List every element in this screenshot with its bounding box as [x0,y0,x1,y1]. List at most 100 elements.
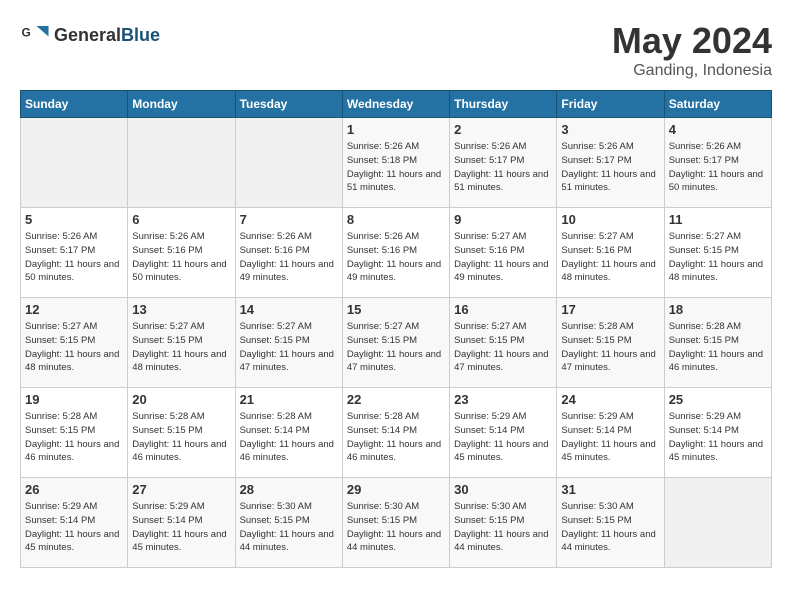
calendar-cell: 23Sunrise: 5:29 AMSunset: 5:14 PMDayligh… [450,388,557,478]
calendar-cell: 31 Sunrise: 5:30 AMSunset: 5:15 PMDayligh… [557,478,664,568]
day-info: Sunrise: 5:26 AMSunset: 5:16 PMDaylight:… [240,230,338,285]
calendar-cell: 17 Sunrise: 5:28 AMSunset: 5:15 PMDayligh… [557,298,664,388]
logo-blue-text: Blue [121,25,160,45]
calendar-cell: 19Sunrise: 5:28 AMSunset: 5:15 PMDayligh… [21,388,128,478]
calendar-cell: 15Sunrise: 5:27 AMSunset: 5:15 PMDayligh… [342,298,449,388]
calendar-header-row: SundayMondayTuesdayWednesdayThursdayFrid… [21,91,772,118]
day-number: 26 [25,482,123,497]
day-info: Sunrise: 5:27 AMSunset: 5:15 PMDaylight:… [240,320,338,375]
day-info: Sunrise: 5:29 AMSunset: 5:14 PMDaylight:… [132,500,230,555]
header-thursday: Thursday [450,91,557,118]
day-info: Sunrise: 5:27 AMSunset: 5:15 PMDaylight:… [25,320,123,375]
header-monday: Monday [128,91,235,118]
day-info: Sunrise: 5:27 AMSunset: 5:16 PMDaylight:… [454,230,552,285]
calendar-cell: 24 Sunrise: 5:29 AMSunset: 5:14 PMDayligh… [557,388,664,478]
day-number: 7 [240,212,338,227]
calendar-cell: 6 Sunrise: 5:26 AMSunset: 5:16 PMDaylight… [128,208,235,298]
day-number: 28 [240,482,338,497]
calendar-cell: 10 Sunrise: 5:27 AMSunset: 5:16 PMDayligh… [557,208,664,298]
day-info: Sunrise: 5:30 AMSunset: 5:15 PMDaylight:… [561,500,659,555]
calendar-cell: 21 Sunrise: 5:28 AMSunset: 5:14 PMDayligh… [235,388,342,478]
calendar-week-row: 19Sunrise: 5:28 AMSunset: 5:15 PMDayligh… [21,388,772,478]
calendar-cell: 18Sunrise: 5:28 AMSunset: 5:15 PMDayligh… [664,298,771,388]
day-info: Sunrise: 5:29 AMSunset: 5:14 PMDaylight:… [561,410,659,465]
day-info: Sunrise: 5:26 AMSunset: 5:16 PMDaylight:… [132,230,230,285]
day-number: 8 [347,212,445,227]
calendar-cell [128,118,235,208]
day-number: 17 [561,302,659,317]
day-info: Sunrise: 5:29 AMSunset: 5:14 PMDaylight:… [25,500,123,555]
calendar-cell: 22Sunrise: 5:28 AMSunset: 5:14 PMDayligh… [342,388,449,478]
day-info: Sunrise: 5:30 AMSunset: 5:15 PMDaylight:… [347,500,445,555]
day-number: 30 [454,482,552,497]
calendar-cell: 3Sunrise: 5:26 AMSunset: 5:17 PMDaylight… [557,118,664,208]
calendar-week-row: 12Sunrise: 5:27 AMSunset: 5:15 PMDayligh… [21,298,772,388]
calendar-cell: 26 Sunrise: 5:29 AMSunset: 5:14 PMDayligh… [21,478,128,568]
logo-general-text: General [54,25,121,45]
day-number: 3 [561,122,659,137]
calendar-cell [235,118,342,208]
header-saturday: Saturday [664,91,771,118]
calendar-cell: 1 Sunrise: 5:26 AMSunset: 5:18 PMDaylight… [342,118,449,208]
day-info: Sunrise: 5:28 AMSunset: 5:14 PMDaylight:… [240,410,338,465]
day-number: 1 [347,122,445,137]
day-info: Sunrise: 5:26 AMSunset: 5:18 PMDaylight:… [347,140,445,195]
day-info: Sunrise: 5:27 AMSunset: 5:15 PMDaylight:… [132,320,230,375]
day-number: 16 [454,302,552,317]
day-number: 15 [347,302,445,317]
calendar-cell [21,118,128,208]
day-number: 4 [669,122,767,137]
calendar-cell: 13 Sunrise: 5:27 AMSunset: 5:15 PMDayligh… [128,298,235,388]
calendar-cell: 12Sunrise: 5:27 AMSunset: 5:15 PMDayligh… [21,298,128,388]
day-number: 13 [132,302,230,317]
day-number: 10 [561,212,659,227]
day-number: 6 [132,212,230,227]
day-number: 2 [454,122,552,137]
day-number: 25 [669,392,767,407]
header-sunday: Sunday [21,91,128,118]
day-info: Sunrise: 5:29 AMSunset: 5:14 PMDaylight:… [454,410,552,465]
location-title: Ganding, Indonesia [612,62,772,80]
day-info: Sunrise: 5:28 AMSunset: 5:14 PMDaylight:… [347,410,445,465]
logo: G GeneralBlue [20,20,160,50]
calendar-cell [664,478,771,568]
day-info: Sunrise: 5:26 AMSunset: 5:17 PMDaylight:… [25,230,123,285]
day-number: 21 [240,392,338,407]
calendar-cell: 5 Sunrise: 5:26 AMSunset: 5:17 PMDaylight… [21,208,128,298]
day-info: Sunrise: 5:28 AMSunset: 5:15 PMDaylight:… [561,320,659,375]
calendar-table: SundayMondayTuesdayWednesdayThursdayFrid… [20,90,772,568]
day-number: 18 [669,302,767,317]
header-friday: Friday [557,91,664,118]
day-info: Sunrise: 5:27 AMSunset: 5:15 PMDaylight:… [669,230,767,285]
day-number: 14 [240,302,338,317]
calendar-cell: 29 Sunrise: 5:30 AMSunset: 5:15 PMDayligh… [342,478,449,568]
day-info: Sunrise: 5:30 AMSunset: 5:15 PMDaylight:… [240,500,338,555]
day-info: Sunrise: 5:26 AMSunset: 5:17 PMDaylight:… [454,140,552,195]
month-title: May 2024 [612,20,772,62]
calendar-cell: 4 Sunrise: 5:26 AMSunset: 5:17 PMDaylight… [664,118,771,208]
day-number: 20 [132,392,230,407]
day-number: 24 [561,392,659,407]
day-info: Sunrise: 5:26 AMSunset: 5:17 PMDaylight:… [669,140,767,195]
day-info: Sunrise: 5:27 AMSunset: 5:16 PMDaylight:… [561,230,659,285]
day-number: 31 [561,482,659,497]
calendar-cell: 14 Sunrise: 5:27 AMSunset: 5:15 PMDayligh… [235,298,342,388]
calendar-cell: 25Sunrise: 5:29 AMSunset: 5:14 PMDayligh… [664,388,771,478]
title-area: May 2024 Ganding, Indonesia [612,20,772,80]
day-number: 27 [132,482,230,497]
day-info: Sunrise: 5:26 AMSunset: 5:16 PMDaylight:… [347,230,445,285]
svg-text:G: G [22,26,31,40]
logo-icon: G [20,20,50,50]
header-tuesday: Tuesday [235,91,342,118]
page-header: G GeneralBlue May 2024 Ganding, Indonesi… [20,20,772,80]
day-info: Sunrise: 5:27 AMSunset: 5:15 PMDaylight:… [454,320,552,375]
calendar-week-row: 5 Sunrise: 5:26 AMSunset: 5:17 PMDaylight… [21,208,772,298]
calendar-cell: 9Sunrise: 5:27 AMSunset: 5:16 PMDaylight… [450,208,557,298]
calendar-cell: 28 Sunrise: 5:30 AMSunset: 5:15 PMDayligh… [235,478,342,568]
day-number: 29 [347,482,445,497]
day-info: Sunrise: 5:30 AMSunset: 5:15 PMDaylight:… [454,500,552,555]
calendar-cell: 8 Sunrise: 5:26 AMSunset: 5:16 PMDaylight… [342,208,449,298]
day-number: 19 [25,392,123,407]
day-number: 5 [25,212,123,227]
calendar-cell: 2 Sunrise: 5:26 AMSunset: 5:17 PMDaylight… [450,118,557,208]
